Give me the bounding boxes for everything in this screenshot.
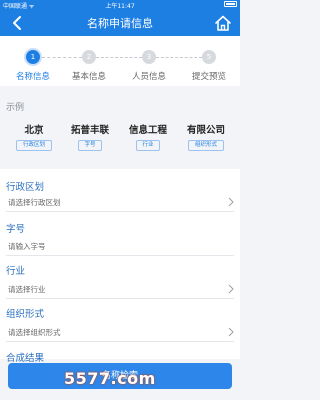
status-time: 上午11:47 xyxy=(105,3,135,10)
field-label-region: 行政区划 xyxy=(6,182,45,193)
example-tag: 行政区划 xyxy=(16,140,52,151)
chevron-right-icon[interactable] xyxy=(228,197,234,207)
field-label-trade-name: 字号 xyxy=(6,224,26,235)
divider xyxy=(6,255,234,256)
chevron-right-icon[interactable] xyxy=(228,327,234,337)
status-bar: 中国联通 ᯤ 上午11:47 xyxy=(0,0,240,10)
trade-name-input[interactable]: 请输入字号 xyxy=(8,241,46,252)
org-form-select[interactable]: 请选择组织形式 xyxy=(8,327,61,338)
step-1-circle[interactable]: 1 xyxy=(26,50,40,64)
step-5-circle[interactable]: 5 xyxy=(202,50,216,64)
example-word: 拓普丰联 xyxy=(70,125,109,136)
example-word: 有限公司 xyxy=(186,125,225,136)
divider xyxy=(6,341,234,342)
step-2-circle[interactable]: 2 xyxy=(82,50,96,64)
example-title: 示例 xyxy=(6,103,25,113)
step-connector xyxy=(156,57,202,58)
field-label-org-form: 组织形式 xyxy=(6,309,45,320)
result-label: 合成结果 xyxy=(6,353,45,364)
watermark: 5577.com xyxy=(64,369,156,388)
divider xyxy=(6,298,234,299)
industry-select[interactable]: 请选择行业 xyxy=(8,284,46,295)
example-tag: 组织形式 xyxy=(188,140,224,151)
example-word: 北京 xyxy=(24,125,44,136)
divider xyxy=(6,211,234,212)
name-form: 行政区划 请选择行政区划 字号 请输入字号 行业 请选择行业 组织形式 请选择组… xyxy=(0,169,240,359)
step-5-label[interactable]: 提交预览 xyxy=(185,70,233,82)
page-title: 名称申请信息 xyxy=(87,17,153,30)
region-select[interactable]: 请选择行政区划 xyxy=(8,197,61,208)
example-word: 信息工程 xyxy=(128,125,167,136)
example-tag: 行业 xyxy=(136,140,160,151)
home-icon[interactable] xyxy=(214,14,232,32)
step-indicator: 1 2 3 5 名称信息 基本信息 人员信息 提交预览 xyxy=(0,36,240,86)
step-3-label[interactable]: 人员信息 xyxy=(125,70,173,82)
field-label-industry: 行业 xyxy=(6,266,26,277)
chevron-right-icon[interactable] xyxy=(228,284,234,294)
step-1-label[interactable]: 名称信息 xyxy=(9,70,57,82)
nav-bar: 名称申请信息 xyxy=(0,10,240,36)
step-3-circle[interactable]: 3 xyxy=(142,50,156,64)
step-connector xyxy=(42,57,82,58)
step-2-label[interactable]: 基本信息 xyxy=(65,70,113,82)
example-tag: 字号 xyxy=(78,140,102,151)
battery-icon xyxy=(224,1,237,7)
step-connector xyxy=(96,57,142,58)
example-section: 示例 北京 拓普丰联 信息工程 有限公司 行政区划 字号 行业 组织形式 xyxy=(0,94,240,164)
